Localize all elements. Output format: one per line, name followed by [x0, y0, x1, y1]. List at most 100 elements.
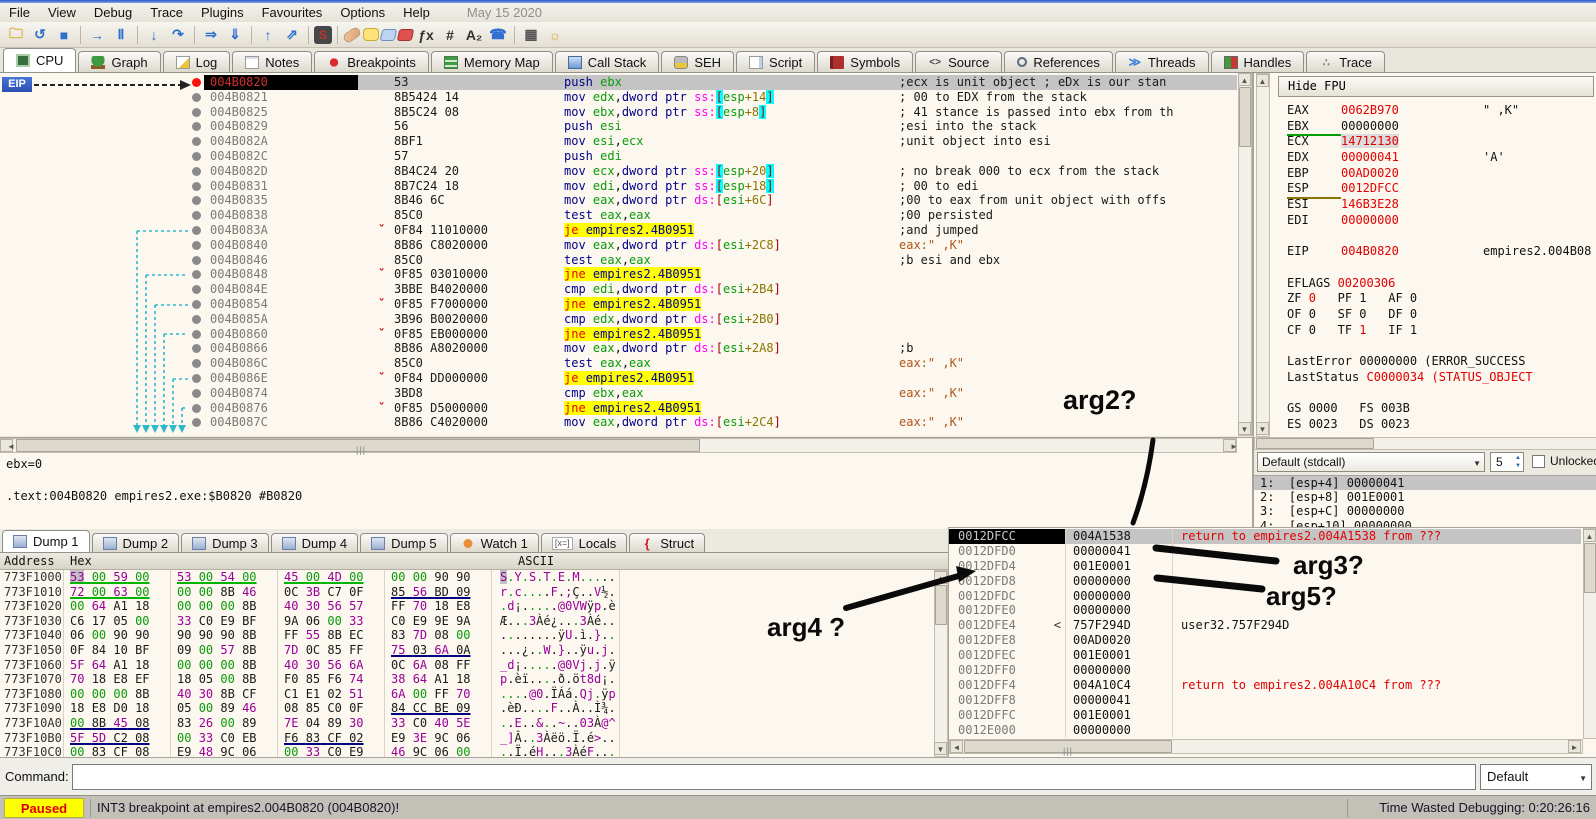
- menu-help[interactable]: Help: [394, 4, 439, 21]
- stack-row[interactable]: 0012DFFC001E0001: [949, 708, 1581, 723]
- disasm-row[interactable]: 004B08258B5C24 08mov ebx,dword ptr ss:[e…: [204, 105, 1237, 120]
- stack-row[interactable]: 0012DFDC00000000: [949, 589, 1581, 604]
- disasm-row[interactable]: 004B082956push esi;esi into the stack: [204, 119, 1237, 134]
- unlocked-checkbox[interactable]: [1532, 455, 1545, 468]
- register-value[interactable]: 0012DFCC: [1341, 181, 1399, 195]
- spinner-arrows-icon[interactable]: ▲▼: [1515, 454, 1521, 470]
- register-row[interactable]: CF 0 TF 1 IF 1: [1278, 323, 1596, 339]
- pause-icon[interactable]: Ⅱ: [110, 25, 132, 45]
- bullet-icon[interactable]: [192, 122, 201, 131]
- tab-memory-map[interactable]: Memory Map: [431, 51, 553, 72]
- bullet-icon[interactable]: [192, 182, 201, 191]
- register-value[interactable]: 004B0820: [1341, 244, 1399, 258]
- bullet-icon[interactable]: [192, 330, 201, 339]
- flag-value[interactable]: 0: [1359, 307, 1366, 321]
- register-row[interactable]: [1278, 338, 1596, 354]
- disasm-scroll-down-icon[interactable]: ▼: [1238, 422, 1251, 435]
- stack-row[interactable]: 0012DFCC004A1538return to empires2.004A1…: [949, 529, 1581, 544]
- register-row[interactable]: [1278, 385, 1596, 401]
- phone-icon[interactable]: ☎: [487, 25, 509, 45]
- argument-row[interactable]: 2: [esp+8] 001E0001: [1254, 490, 1596, 504]
- tab-source[interactable]: <>Source: [915, 51, 1002, 72]
- bookmark-icon[interactable]: [397, 29, 415, 41]
- hex-dump-row[interactable]: 773F10500F 84 10 BF09 00 57 8B7D 0C 85 F…: [0, 643, 934, 658]
- flag-value[interactable]: 0: [1410, 307, 1417, 321]
- register-row[interactable]: [1278, 260, 1596, 276]
- hex-dump-row[interactable]: 773F101072 00 63 0000 00 8B 460C 3B C7 0…: [0, 585, 934, 600]
- dump-scroll-up-icon[interactable]: ▲: [934, 571, 947, 584]
- calling-convention-dropdown[interactable]: Default (stdcall)▼: [1257, 452, 1485, 472]
- bullet-icon[interactable]: [192, 374, 201, 383]
- register-value[interactable]: 00000041: [1341, 150, 1399, 164]
- command-profile-dropdown[interactable]: Default▼: [1480, 764, 1592, 790]
- label-icon[interactable]: [380, 29, 398, 41]
- run-to-icon[interactable]: ⇒: [200, 25, 222, 45]
- register-row[interactable]: LastStatus C0000034 (STATUS_OBJECT: [1278, 370, 1596, 386]
- open-folder-icon[interactable]: 🗀: [5, 25, 27, 45]
- register-row[interactable]: EFLAGS 00200306: [1278, 276, 1596, 292]
- hex-dump-row[interactable]: 773F100053 00 59 0053 00 54 0045 00 4D 0…: [0, 570, 934, 585]
- register-value[interactable]: C0000034: [1366, 370, 1424, 384]
- disasm-row[interactable]: 004B08318B7C24 18mov edi,dword ptr ss:[e…: [204, 179, 1237, 194]
- menu-view[interactable]: View: [39, 4, 85, 21]
- breakpoint-icon[interactable]: [192, 78, 201, 87]
- bullet-icon[interactable]: [192, 285, 201, 294]
- stack-row[interactable]: 0012DFD800000000: [949, 574, 1581, 589]
- register-row[interactable]: GS 0000 FS 003B: [1278, 401, 1596, 417]
- flag-value[interactable]: 1: [1359, 291, 1366, 305]
- bullet-icon[interactable]: [192, 241, 201, 250]
- disasm-row[interactable]: 004B082053push ebx;ecx is unit object ; …: [204, 75, 1237, 90]
- register-value[interactable]: 00AD0020: [1341, 166, 1399, 180]
- disasm-scroll-left-icon[interactable]: ◄: [0, 439, 13, 452]
- register-value[interactable]: 0062B970: [1341, 103, 1399, 117]
- disasm-row[interactable]: 004B085A3B96 B0020000cmp edx,dword ptr d…: [204, 312, 1237, 327]
- disasm-row[interactable]: 004B082D8B4C24 20mov ecx,dword ptr ss:[e…: [204, 164, 1237, 179]
- register-row[interactable]: EDI00000000: [1278, 213, 1596, 229]
- tab-references[interactable]: References: [1004, 51, 1112, 72]
- register-row[interactable]: EBP00AD0020: [1278, 166, 1596, 182]
- dump-tab-struct[interactable]: {Struct: [629, 533, 705, 552]
- tab-threads[interactable]: ≫Threads: [1115, 51, 1209, 72]
- hide-fpu-button[interactable]: Hide FPU: [1278, 76, 1594, 97]
- dump-tab-dump-1[interactable]: Dump 1: [2, 530, 90, 552]
- bullet-icon[interactable]: [192, 300, 201, 309]
- stack-row[interactable]: 0012DFF800000041: [949, 693, 1581, 708]
- register-row[interactable]: EDX00000041'A': [1278, 150, 1596, 166]
- registers-scroll-up-icon[interactable]: ▲: [1256, 74, 1269, 87]
- step-out-icon[interactable]: ↑: [257, 25, 279, 45]
- hex-dump-row[interactable]: 773F10A000 8B 45 0883 26 00 897E 04 89 3…: [0, 716, 934, 731]
- hex-dump-row[interactable]: 773F10C000 83 CF 08E9 48 9C 0600 33 C0 E…: [0, 745, 934, 757]
- stack-vscroll-thumb[interactable]: [1584, 543, 1596, 593]
- stack-hscroll-thumb[interactable]: |||: [964, 740, 1172, 753]
- bullet-icon[interactable]: [192, 137, 201, 146]
- comment-icon[interactable]: [363, 28, 379, 41]
- register-value[interactable]: 146B3E28: [1341, 197, 1399, 211]
- run-user-code-icon[interactable]: ⇗: [281, 25, 303, 45]
- register-row[interactable]: ECX14712130: [1278, 134, 1596, 150]
- tab-handles[interactable]: Handles: [1211, 51, 1305, 72]
- disasm-row[interactable]: 004B084E3BBE B4020000cmp edi,dword ptr d…: [204, 282, 1237, 297]
- segment-value[interactable]: 003B: [1381, 401, 1410, 415]
- restart-icon[interactable]: ↺: [29, 25, 51, 45]
- disasm-row[interactable]: 004B082A8BF1mov esi,ecx;unit object into…: [204, 134, 1237, 149]
- lamp-icon[interactable]: ☼: [544, 25, 566, 45]
- flag-value[interactable]: 0: [1309, 291, 1316, 305]
- disasm-row[interactable]: 004B08668B86 A8020000mov eax,dword ptr d…: [204, 341, 1237, 356]
- tab-call-stack[interactable]: Call Stack: [555, 51, 660, 72]
- register-value[interactable]: 00000000: [1341, 213, 1399, 227]
- register-value[interactable]: 14712130: [1341, 134, 1399, 148]
- register-row[interactable]: [1278, 229, 1596, 245]
- disasm-row[interactable]: 004B086C85C0test eax,eaxeax:" ,K": [204, 356, 1237, 371]
- menu-options[interactable]: Options: [331, 4, 394, 21]
- stack-scroll-left-icon[interactable]: ◄: [950, 740, 963, 753]
- step-into-icon[interactable]: ↓: [143, 25, 165, 45]
- bullet-icon[interactable]: [192, 389, 201, 398]
- disasm-scroll-up-icon[interactable]: ▲: [1238, 73, 1251, 86]
- skip-icon[interactable]: S: [314, 26, 332, 44]
- register-row[interactable]: OF 0 SF 0 DF 0: [1278, 307, 1596, 323]
- bullet-icon[interactable]: [192, 93, 201, 102]
- bullet-icon[interactable]: [192, 256, 201, 265]
- menu-file[interactable]: File: [0, 4, 39, 21]
- disasm-row[interactable]: 004B084685C0test eax,eax;b esi and ebx: [204, 253, 1237, 268]
- bullet-icon[interactable]: [192, 152, 201, 161]
